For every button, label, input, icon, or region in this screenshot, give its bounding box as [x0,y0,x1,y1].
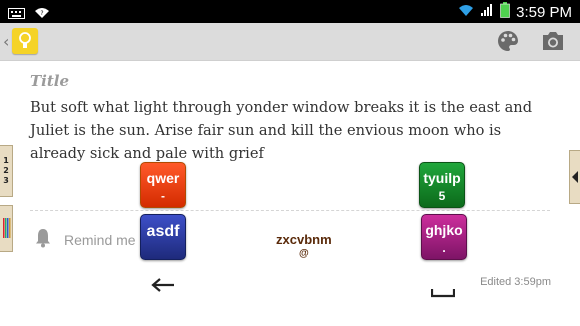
wifi-signal-icon [458,3,474,21]
edited-timestamp: Edited 3:59pm [480,276,551,288]
key-qwer[interactable]: qwer - [140,162,186,208]
right-panel-tab[interactable] [569,150,580,204]
space-icon[interactable] [430,283,456,302]
bell-icon [34,228,52,251]
divider [30,210,550,211]
number-panel-tab[interactable]: 1 2 3 [0,145,13,197]
key-zxcvbnm[interactable]: zxcvbnm @ [276,233,332,261]
key-ghjko[interactable]: ghjko . [421,214,467,260]
cell-signal-icon [480,3,494,21]
battery-icon [500,2,510,22]
color-panel-tab[interactable] [0,205,13,252]
reminder-row[interactable]: Remind me [34,228,136,251]
key-tyuilp[interactable]: tyuilp 5 [419,162,465,208]
key-sub-label: - [161,189,165,203]
keep-app-icon[interactable] [12,28,38,54]
key-label: qwer [146,170,180,186]
key-label: ghjko [425,222,463,238]
svg-text:?: ? [40,10,43,17]
palette-icon[interactable] [496,29,520,57]
left-tab-number: 3 [3,176,9,185]
title-field[interactable]: Title [30,72,550,90]
wifi-icon: ? [33,4,51,23]
reminder-label: Remind me [64,231,136,248]
key-label: tyuilp [423,170,461,186]
key-asdf[interactable]: asdf [140,214,186,260]
key-label: zxcvbnm [276,232,332,247]
action-bar: ‹ [0,23,580,61]
left-tab-number: 1 [3,156,9,165]
back-chevron-icon[interactable]: ‹ [3,32,9,51]
note-body[interactable]: But soft what light through yonder windo… [30,96,556,165]
clock: 3:59 PM [516,3,572,21]
key-sub-label: @ [298,248,309,259]
status-bar: ? 3:59 PM [0,0,580,23]
note-editor: Title But soft what light through yonder… [30,66,550,165]
chevron-left-icon [572,171,578,183]
key-sub-label: 5 [438,189,446,203]
key-label: asdf [146,223,180,240]
left-arrow-icon[interactable] [150,277,176,297]
key-sub-label: . [442,241,446,255]
camera-icon[interactable] [540,29,566,57]
left-tab-number: 2 [3,166,9,175]
keyboard-icon [8,4,25,23]
